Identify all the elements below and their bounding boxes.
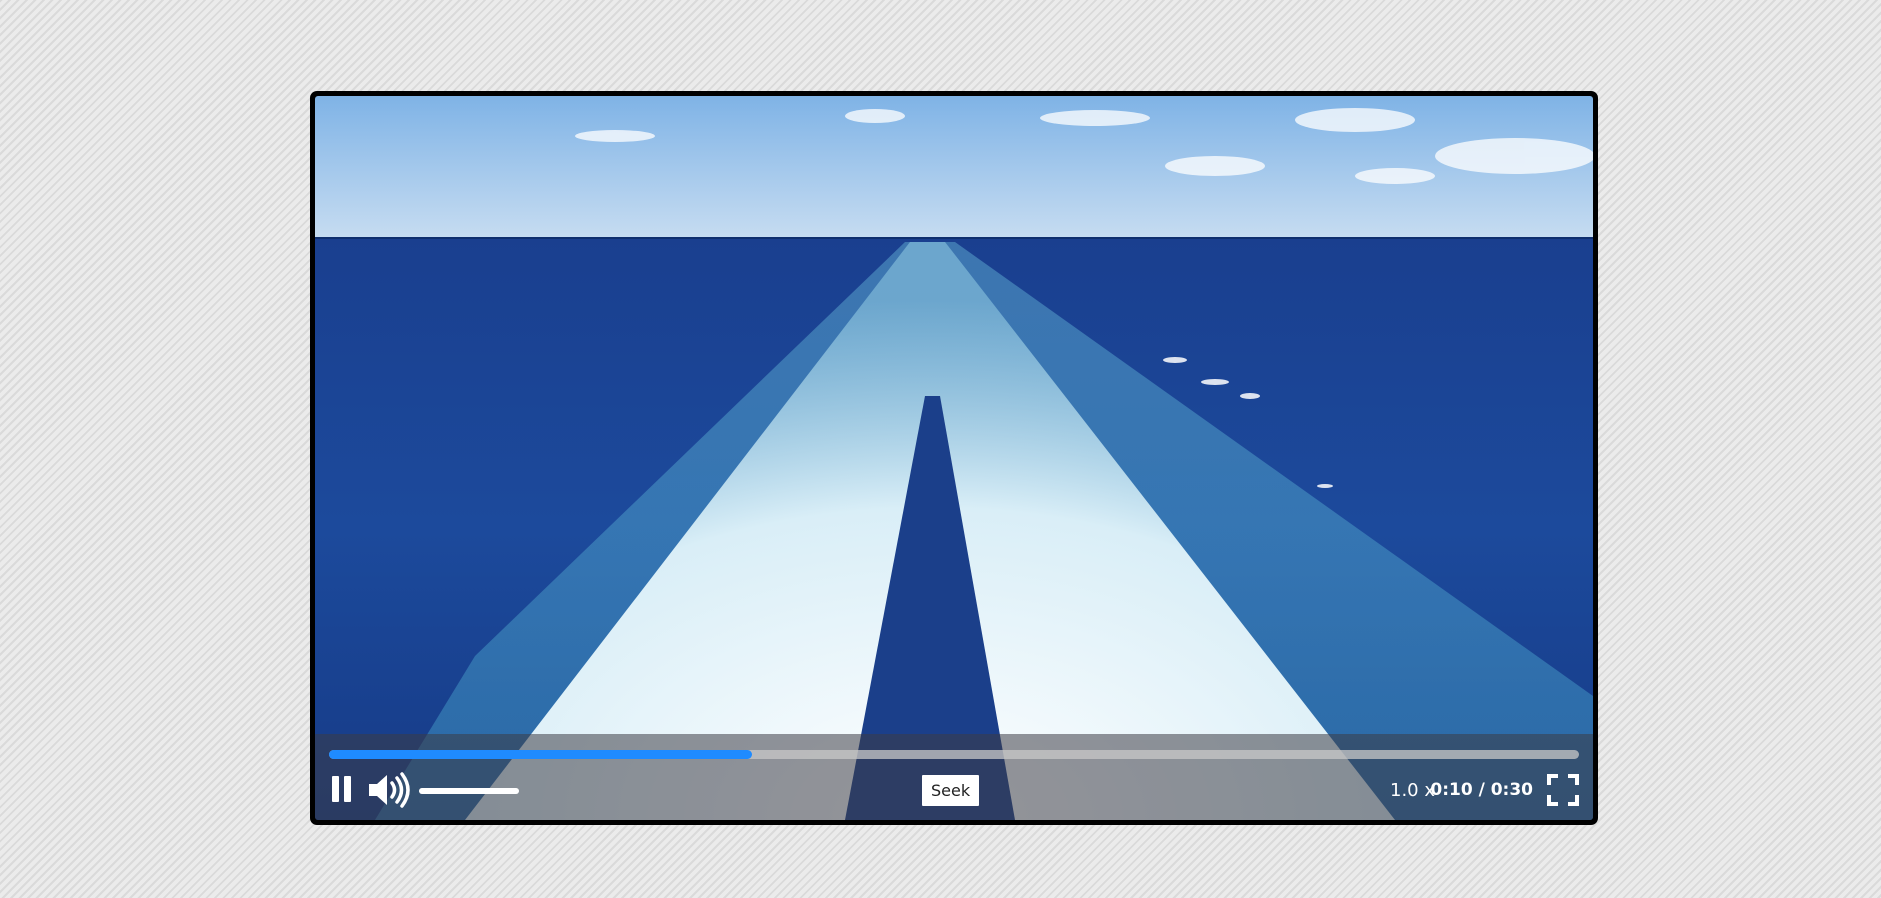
video-scene-image bbox=[315, 96, 1593, 820]
time-separator: / bbox=[1472, 780, 1491, 800]
pause-icon bbox=[332, 776, 339, 802]
time-display: 0:10 / 0:30 bbox=[1430, 780, 1533, 800]
volume-high-icon bbox=[369, 772, 410, 808]
volume-slider[interactable] bbox=[419, 788, 519, 794]
time-current: 0:10 bbox=[1430, 780, 1473, 800]
control-bar: Seek 1.0 x 0:10 / 0:30 bbox=[315, 734, 1593, 820]
volume-level bbox=[419, 788, 519, 794]
video-player: Seek 1.0 x 0:10 / 0:30 bbox=[310, 91, 1598, 825]
fullscreen-icon bbox=[1547, 774, 1579, 806]
progress-played bbox=[329, 750, 753, 759]
playback-speed-button[interactable]: 1.0 x bbox=[1390, 780, 1435, 801]
video-frame[interactable]: Seek 1.0 x 0:10 / 0:30 bbox=[315, 96, 1593, 820]
mute-button[interactable] bbox=[367, 772, 413, 808]
pause-button[interactable] bbox=[329, 774, 353, 804]
progress-bar[interactable] bbox=[329, 750, 1579, 759]
seek-tooltip: Seek bbox=[922, 775, 980, 806]
pause-icon-bar bbox=[344, 776, 351, 802]
fullscreen-button[interactable] bbox=[1547, 774, 1579, 806]
time-total: 0:30 bbox=[1490, 780, 1533, 800]
